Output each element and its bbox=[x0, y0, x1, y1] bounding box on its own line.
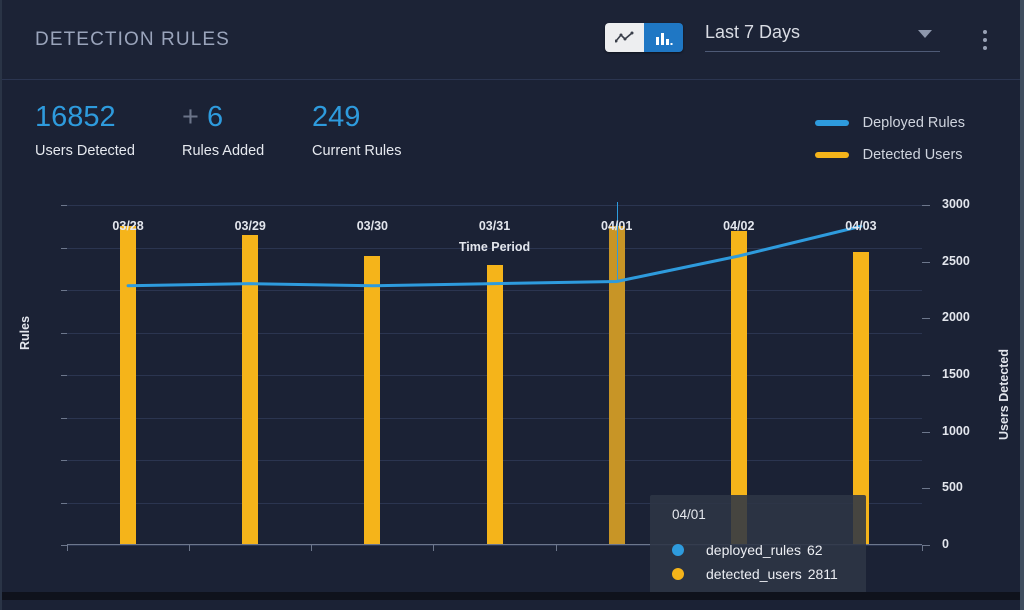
legend-label: Deployed Rules bbox=[862, 115, 965, 131]
y-axis-right-tick-label: 1500 bbox=[942, 367, 970, 381]
y-axis-title-left: Rules bbox=[18, 315, 32, 350]
kpi-value: + 6 bbox=[182, 100, 264, 134]
y-axis-right-tick-label: 500 bbox=[942, 480, 963, 495]
y-axis-right-tick bbox=[922, 205, 930, 206]
kpi-label: Rules Added bbox=[182, 143, 265, 159]
panel-header: DETECTION RULES Last 7 Days bbox=[2, 0, 1020, 80]
y-axis-right-tick bbox=[922, 431, 930, 433]
chart-legend: Deployed Rules Detected Users bbox=[814, 112, 965, 176]
kpi-value: 16852 bbox=[35, 101, 116, 133]
tooltip-series-name: detected_users bbox=[706, 566, 802, 582]
y-axis-right-tick bbox=[922, 488, 930, 490]
x-axis-tick bbox=[922, 545, 923, 551]
time-range-value: Last 7 Days bbox=[705, 22, 801, 42]
chart-tooltip: 04/01 deployed_rules 62 detected_users 281… bbox=[650, 495, 866, 600]
legend-swatch bbox=[814, 120, 849, 126]
tooltip-row-deployed-rules: deployed_rules 62 bbox=[650, 538, 866, 562]
x-axis-tick bbox=[67, 545, 68, 551]
menu-dot bbox=[983, 30, 987, 34]
legend-item-detected-users[interactable]: Detected Users bbox=[814, 144, 965, 166]
tooltip-series-value: 62 bbox=[806, 542, 823, 558]
x-axis-tick-label: 04/01 bbox=[601, 219, 633, 233]
y-axis-right-tick-label: 0 bbox=[942, 537, 949, 551]
kpi-prefix: + bbox=[182, 101, 199, 133]
menu-dot bbox=[983, 38, 987, 42]
y-axis-right-tick-label: 1000 bbox=[942, 423, 970, 438]
menu-dot bbox=[983, 46, 987, 50]
y-axis-right-tick bbox=[922, 545, 930, 546]
x-axis-tick bbox=[189, 545, 191, 551]
x-axis-tick bbox=[555, 545, 557, 551]
x-axis-title: Time Period bbox=[458, 240, 531, 254]
y-axis-right-tick-label: 3000 bbox=[942, 197, 970, 211]
kpi-current-rules: 249 Current Rules bbox=[312, 100, 401, 159]
chevron-down-icon bbox=[918, 30, 932, 38]
tooltip-text: deployed_rules 62 bbox=[706, 542, 823, 558]
x-axis-tick-label: 03/31 bbox=[478, 219, 511, 233]
x-axis-tick-label: 03/29 bbox=[234, 219, 266, 233]
y-axis-title-right: Users Detected bbox=[997, 348, 1011, 440]
y-axis-right-tick-label: 2500 bbox=[942, 253, 970, 268]
kpi-users-detected: 16852 Users Detected bbox=[35, 100, 135, 159]
x-axis-tick-label: 03/30 bbox=[356, 219, 388, 233]
legend-label: Detected Users bbox=[862, 147, 963, 163]
kpi-label: Current Rules bbox=[312, 143, 402, 159]
y-axis-right-tick-label: 2000 bbox=[942, 310, 970, 325]
time-range-select[interactable]: Last 7 Days bbox=[705, 22, 940, 52]
tooltip-series-value: 2811 bbox=[807, 566, 838, 582]
x-axis-tick bbox=[311, 545, 313, 551]
select-underline bbox=[705, 51, 940, 52]
line-chart-toggle-button[interactable] bbox=[605, 23, 644, 52]
legend-item-deployed-rules[interactable]: Deployed Rules bbox=[814, 112, 965, 134]
line-chart-icon bbox=[615, 31, 634, 42]
deployed-rules-line bbox=[126, 224, 863, 288]
y-axis-right-tick bbox=[922, 375, 930, 376]
more-vertical-icon[interactable] bbox=[977, 22, 993, 58]
tooltip-dot bbox=[672, 568, 684, 580]
legend-swatch bbox=[814, 152, 849, 158]
tooltip-text: detected_users 2811 bbox=[706, 566, 838, 582]
bar-chart-toggle-button[interactable] bbox=[644, 23, 683, 52]
tooltip-title: 04/01 bbox=[672, 507, 706, 522]
plot-region[interactable]: 01020304050607080 0500100015002000250030… bbox=[61, 197, 970, 551]
kpi-value: 249 bbox=[312, 101, 361, 133]
x-axis-tick-label: 04/03 bbox=[845, 219, 877, 233]
chart-area[interactable]: Rules Users Detected 01020304050607080 0… bbox=[2, 185, 1020, 600]
y-axis-right-tick bbox=[922, 318, 930, 320]
tooltip-dot bbox=[672, 544, 684, 556]
line-path bbox=[126, 224, 863, 288]
tooltip-series-name: deployed_rules bbox=[706, 542, 801, 558]
y-axis-right-tick bbox=[922, 261, 930, 263]
page-title: DETECTION RULES bbox=[35, 29, 230, 50]
x-axis-tick-label: 04/02 bbox=[723, 219, 755, 233]
x-axis-tick-label: 03/28 bbox=[112, 219, 144, 233]
bar-chart-icon bbox=[655, 32, 672, 45]
kpi-rules-added: + 6 Rules Added bbox=[182, 100, 264, 159]
chart-type-toggle[interactable] bbox=[605, 23, 683, 52]
detection-rules-panel: DETECTION RULES Last 7 Days 16852 Users … bbox=[0, 0, 1024, 610]
kpi-label: Users Detected bbox=[35, 143, 135, 159]
x-axis-tick bbox=[433, 545, 435, 551]
bottom-band bbox=[2, 592, 1020, 600]
kpi-number: 6 bbox=[207, 101, 224, 133]
tooltip-row-detected-users: detected_users 2811 bbox=[650, 562, 866, 586]
